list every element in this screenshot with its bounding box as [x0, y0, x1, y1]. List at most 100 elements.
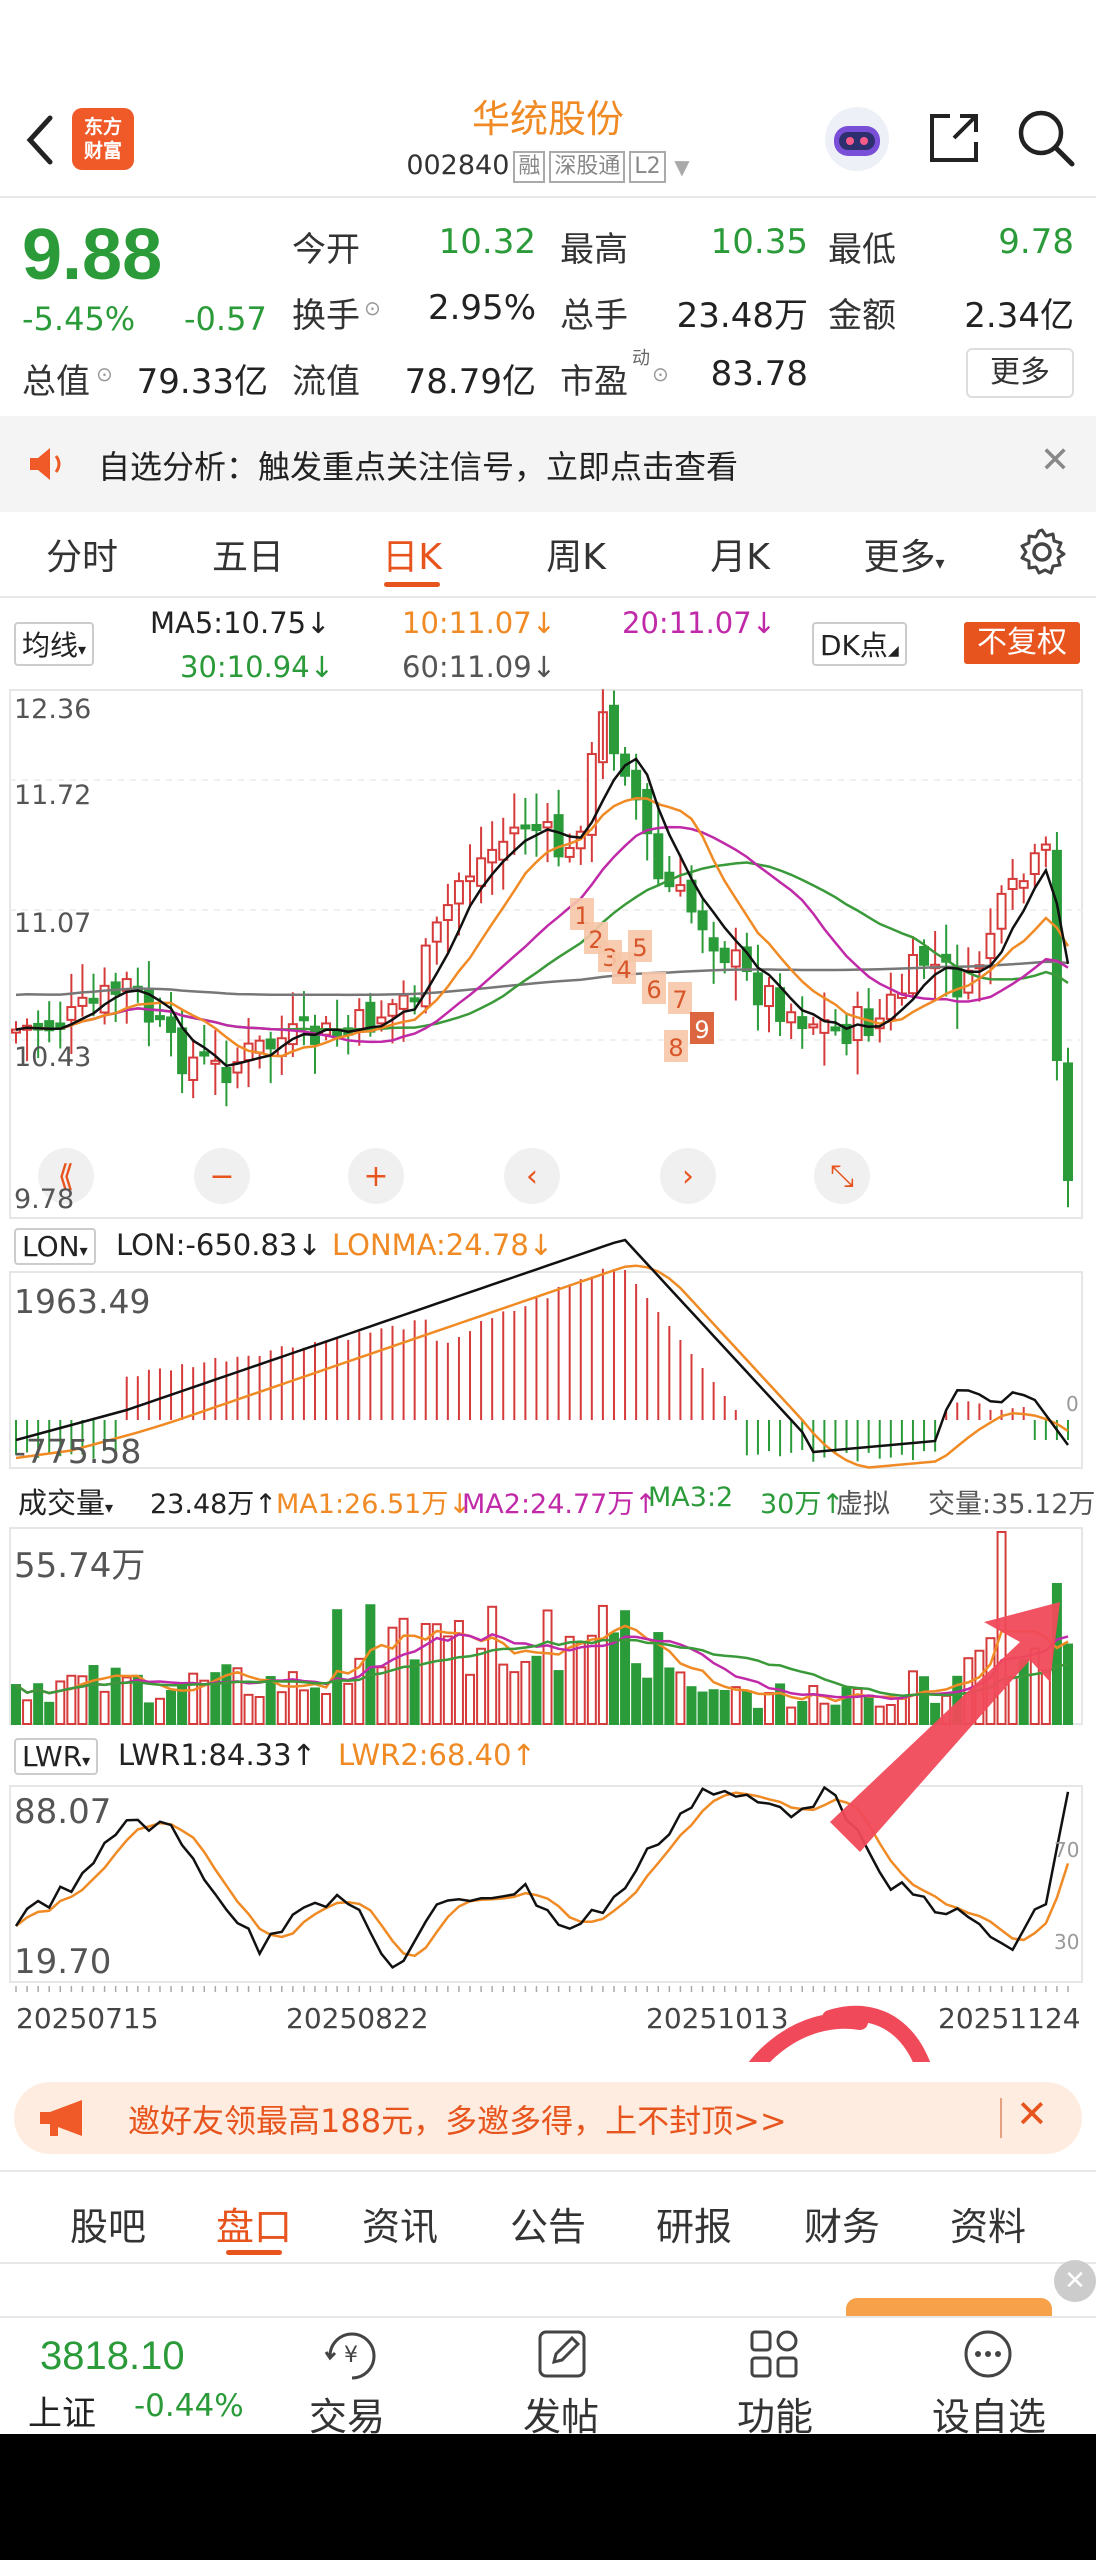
footer-trade[interactable]: 交易: [272, 2386, 422, 2434]
nav-button-glyph: ⤡: [830, 1159, 854, 1194]
vol-ma3-tail-text: 30万: [760, 1489, 822, 1520]
index-value[interactable]: 3818.10: [40, 2334, 185, 2379]
info-icon[interactable]: ⊙: [364, 296, 381, 320]
volume-selector-label: 成交量: [18, 1486, 106, 1520]
analysis-banner[interactable]: 自选分析：触发重点关注信号，立即点击查看 ✕: [0, 416, 1096, 512]
tab-more-label: 更多: [863, 537, 936, 578]
virtual-volume-tail: 交量:35.12万: [928, 1489, 1096, 1520]
trade-icon[interactable]: ¥: [322, 2326, 382, 2382]
share-icon[interactable]: [924, 108, 984, 168]
lwr-right-bottom: 30: [1054, 1930, 1080, 1954]
ma-selector[interactable]: 均线▾: [14, 622, 95, 666]
volume-bar: [143, 1702, 154, 1725]
volume-bar: [254, 1695, 265, 1725]
virtual-volume: 虚拟: [836, 1489, 890, 1520]
dropdown-arrow-icon: ▾: [82, 1751, 91, 1770]
tab-forum[interactable]: 股吧: [38, 2196, 178, 2251]
settings-gear-icon[interactable]: [1016, 526, 1068, 578]
adjust-button[interactable]: 不复权: [964, 622, 1080, 664]
volume-bar: [520, 1660, 531, 1726]
lwr2-value: LWR2:68.40↑: [338, 1738, 536, 1772]
close-icon[interactable]: ✕: [1054, 2260, 1096, 2302]
lon-selector[interactable]: LON▾: [14, 1228, 96, 1265]
label-open: 今开: [292, 230, 360, 270]
ma-selector-label: 均线: [22, 629, 79, 662]
candle-body: [199, 1051, 210, 1057]
volume-text: 23.48万: [150, 1489, 255, 1520]
tab-monthly-k[interactable]: 月K: [670, 528, 810, 580]
post-icon[interactable]: [532, 2326, 592, 2382]
candle-body: [387, 1003, 398, 1017]
tab-weekly-k[interactable]: 周K: [506, 528, 646, 580]
volume-bar: [830, 1704, 841, 1725]
robot-avatar-icon[interactable]: [822, 104, 892, 174]
vol-ma1: MA1:26.51万↓: [276, 1489, 471, 1520]
tab-five-day[interactable]: 五日: [178, 528, 318, 580]
dk-point-button[interactable]: DK点◢: [812, 622, 907, 666]
lon-zero: 0: [1066, 1392, 1079, 1416]
nav-button-glyph: −: [209, 1159, 234, 1194]
tab-research[interactable]: 研报: [624, 2196, 764, 2251]
candle-body: [797, 1016, 808, 1030]
footer-function[interactable]: 功能: [700, 2386, 850, 2434]
chart-nav-button[interactable]: ‹: [504, 1148, 560, 1204]
candle-body: [265, 1038, 276, 1050]
candle-body: [697, 910, 708, 931]
volume-bar: [1007, 1675, 1018, 1725]
volume-bar: [708, 1689, 719, 1726]
candle-body: [531, 823, 542, 832]
k-y-label: 11.72: [14, 780, 92, 811]
tab-handicap[interactable]: 盘口: [184, 2196, 324, 2251]
tab-profile[interactable]: 资料: [918, 2196, 1058, 2251]
candle-body: [564, 847, 575, 858]
more-dots-icon[interactable]: [958, 2326, 1018, 2382]
megaphone-icon: [36, 2098, 94, 2138]
tab-finance[interactable]: 财务: [772, 2196, 912, 2251]
ma60-text: 60:11.09: [402, 650, 532, 684]
ma10-value: 10:11.07↓: [402, 606, 557, 640]
candle-body: [509, 826, 520, 835]
tab-announcement[interactable]: 公告: [478, 2196, 618, 2251]
candle-body: [919, 945, 930, 966]
lwr-selector[interactable]: LWR▾: [14, 1738, 99, 1775]
vol-ma1-text: MA1:26.51万: [276, 1489, 449, 1520]
label-market-cap: 总值: [22, 362, 90, 402]
chart-nav-button[interactable]: −: [194, 1148, 250, 1204]
info-icon[interactable]: ⊙: [96, 362, 113, 386]
volume-selector[interactable]: 成交量▾: [18, 1480, 113, 1522]
tab-more[interactable]: 更多▾: [834, 528, 974, 580]
value-float-cap: 78.79亿: [404, 362, 536, 402]
footer-add-watch[interactable]: 设自选: [914, 2386, 1064, 2434]
chart-nav-button[interactable]: ⤡: [814, 1148, 870, 1204]
more-button[interactable]: 更多: [966, 348, 1074, 398]
volume-bar: [741, 1690, 752, 1725]
function-grid-icon[interactable]: [744, 2326, 804, 2382]
chart-area: 123456 789 ⟪ − + ‹ › ⤡: [9, 689, 1083, 2062]
tab-daily-k[interactable]: 日K: [342, 528, 482, 580]
tab-news[interactable]: 资讯: [330, 2196, 470, 2251]
vol-ma2: MA2:24.77万↑: [462, 1489, 657, 1520]
close-icon[interactable]: ✕: [1040, 440, 1070, 481]
lwr1-text: LWR1:84.33: [118, 1738, 292, 1772]
candle-body: [952, 965, 963, 998]
lwr-y-top: 88.07: [14, 1792, 112, 1832]
candle-body: [188, 1056, 199, 1081]
promo-banner[interactable]: 邀好友领最高188元，多邀多得，上不封顶>> ✕: [14, 2082, 1082, 2154]
candle-body: [1063, 1062, 1073, 1181]
chart-nav-button[interactable]: ›: [660, 1148, 716, 1204]
candle-body: [996, 892, 1007, 930]
vol-ma3: MA3:2: [648, 1482, 734, 1513]
chart-nav-buttons[interactable]: ⟪ − + ‹ › ⤡: [38, 1148, 870, 1204]
footer-post[interactable]: 发帖: [486, 2386, 636, 2434]
tab-intraday[interactable]: 分时: [12, 528, 152, 580]
close-icon[interactable]: ✕: [1016, 2092, 1048, 2136]
candle-body: [1029, 852, 1040, 876]
label-turnover: 换手: [292, 296, 360, 336]
volume-bar: [509, 1671, 520, 1725]
volume-y-top: 55.74万: [14, 1546, 146, 1586]
vol-ma2-text: MA2:24.77万: [462, 1489, 635, 1520]
tag-l2: L2: [629, 150, 666, 183]
search-icon[interactable]: [1014, 106, 1078, 170]
svg-text:¥: ¥: [344, 2343, 358, 2368]
chart-nav-button[interactable]: +: [348, 1148, 404, 1204]
